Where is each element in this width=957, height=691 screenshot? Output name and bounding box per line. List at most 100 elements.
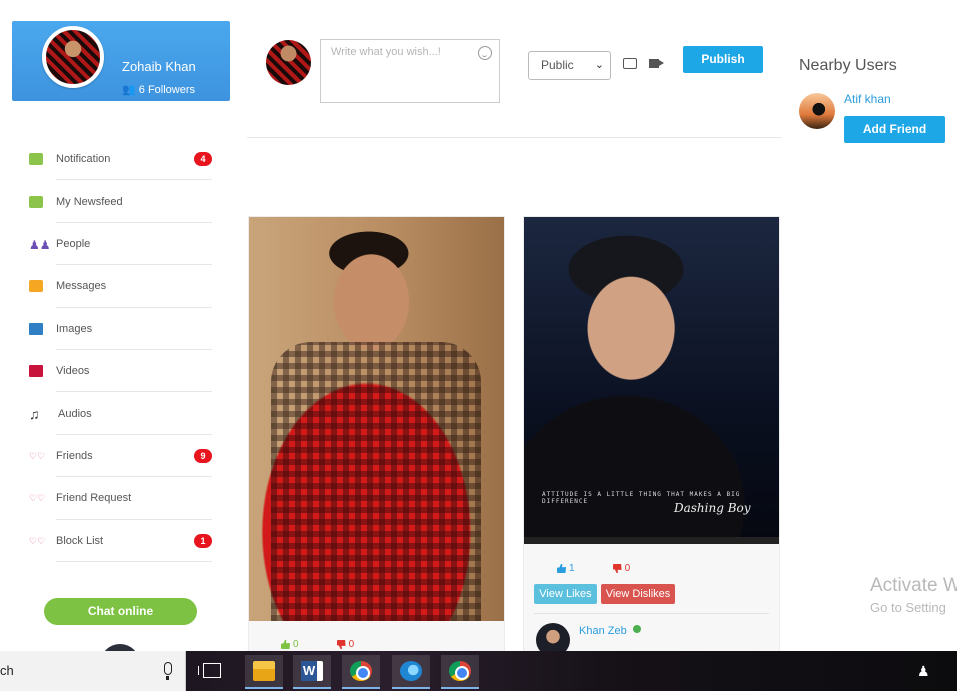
videos-icon xyxy=(29,365,43,378)
privacy-value: Public xyxy=(541,58,574,72)
sidebar-item-block-list[interactable]: ♡♡ Block List 1 xyxy=(28,520,212,562)
add-friend-button[interactable]: Add Friend xyxy=(844,116,945,143)
newsfeed-icon xyxy=(29,195,43,208)
people-icon[interactable]: ♟ xyxy=(917,663,931,679)
sidebar-item-label: Messages xyxy=(56,280,107,293)
taskbar-edge[interactable] xyxy=(392,655,430,689)
taskbar-chrome[interactable] xyxy=(342,655,380,689)
windows-taskbar: ch ♟ xyxy=(0,651,957,691)
chrome-icon xyxy=(350,661,372,681)
people-icon: ♟♟ xyxy=(29,237,51,252)
microphone-icon[interactable] xyxy=(164,662,172,680)
nearby-user-name[interactable]: Atif khan xyxy=(844,92,891,106)
profile-name[interactable]: Zohaib Khan xyxy=(122,59,196,74)
publish-button[interactable]: Publish xyxy=(683,46,763,73)
friend-request-icon: ♡♡ xyxy=(29,493,46,504)
sidebar-item-label: Block List xyxy=(56,534,104,547)
search-text: ch xyxy=(0,663,14,678)
sidebar-item-images[interactable]: Images xyxy=(28,308,212,350)
privacy-select[interactable]: Public ⌄ xyxy=(528,51,611,80)
composer-avatar xyxy=(266,40,311,85)
dislike-count: 0 xyxy=(348,639,355,650)
messages-icon xyxy=(29,280,43,293)
post-card: 0 0 xyxy=(248,216,505,656)
post-divider xyxy=(534,613,769,614)
dislike-button[interactable]: 0 xyxy=(336,639,355,650)
sidebar-item-label: Audios xyxy=(58,407,92,420)
sidebar-item-audios[interactable]: ♫ Audios xyxy=(28,392,212,435)
thumbs-up-icon xyxy=(281,640,290,649)
social-app-page: Zohaib Khan 👥 6 Followers Notification 4… xyxy=(0,0,957,691)
sidebar-item-label: Videos xyxy=(56,365,90,378)
taskbar-file-explorer[interactable] xyxy=(245,655,283,689)
post-photo[interactable] xyxy=(249,217,504,621)
sidebar-item-videos[interactable]: Videos xyxy=(28,350,212,393)
photo-bottom-bar xyxy=(524,537,779,544)
sidebar-menu: Notification 4 My Newsfeed ♟♟ People Mes… xyxy=(28,138,212,562)
composer-divider xyxy=(247,137,782,138)
online-status-dot xyxy=(633,625,641,633)
sidebar-item-label: Friend Request xyxy=(56,492,132,505)
thumbs-down-icon xyxy=(612,564,622,573)
taskbar-search[interactable]: ch xyxy=(0,651,186,691)
like-button[interactable]: 1 xyxy=(557,563,575,574)
view-dislikes-button[interactable]: View Dislikes xyxy=(601,584,675,604)
thumbs-down-icon xyxy=(336,640,346,649)
emoji-icon[interactable] xyxy=(478,46,492,60)
like-count: 0 xyxy=(293,639,299,650)
activate-windows-title: Activate W xyxy=(870,575,957,596)
like-count: 1 xyxy=(569,563,575,574)
word-icon xyxy=(301,661,323,681)
audio-icon: ♫ xyxy=(29,405,40,422)
post-reactions: 1 0 xyxy=(557,563,630,574)
post-author-name[interactable]: Khan Zeb xyxy=(579,625,627,637)
taskbar-chrome-2[interactable] xyxy=(441,655,479,689)
dislike-button[interactable]: 0 xyxy=(612,563,631,574)
sidebar-item-newsfeed[interactable]: My Newsfeed xyxy=(28,180,212,223)
post-photo[interactable]: ATTITUDE IS A LITTLE THING THAT MAKES A … xyxy=(524,217,779,544)
chat-online-button[interactable]: Chat online xyxy=(44,598,197,625)
thumbs-up-icon xyxy=(557,564,566,573)
sidebar-item-label: Friends xyxy=(56,449,93,462)
sidebar-item-label: My Newsfeed xyxy=(56,195,123,208)
photo-icon[interactable] xyxy=(623,58,637,69)
video-camera-icon[interactable] xyxy=(649,59,664,68)
post-reactions: 0 0 xyxy=(281,639,354,650)
sidebar-item-friend-request[interactable]: ♡♡ Friend Request xyxy=(28,477,212,520)
profile-card[interactable]: Zohaib Khan 👥 6 Followers xyxy=(12,21,230,101)
followers-icon: 👥 xyxy=(122,84,136,96)
sidebar-item-label: Images xyxy=(56,322,93,335)
sidebar-item-label: People xyxy=(56,237,91,250)
like-button[interactable]: 0 xyxy=(281,639,299,650)
post-input[interactable] xyxy=(320,39,500,103)
friends-badge: 9 xyxy=(194,448,212,463)
activate-windows-subtitle: Go to Setting xyxy=(870,600,946,615)
view-likes-button[interactable]: View Likes xyxy=(534,584,597,604)
block-list-badge: 1 xyxy=(194,533,212,548)
divider xyxy=(56,560,212,562)
task-view-icon[interactable] xyxy=(198,663,221,678)
nearby-users-title: Nearby Users xyxy=(799,57,897,74)
images-icon xyxy=(29,322,43,335)
sidebar-item-messages[interactable]: Messages xyxy=(28,265,212,308)
sidebar-item-friends[interactable]: ♡♡ Friends 9 xyxy=(28,435,212,478)
profile-avatar[interactable] xyxy=(42,26,104,88)
block-list-icon: ♡♡ xyxy=(29,535,46,546)
chrome-icon xyxy=(449,661,471,681)
sidebar-item-people[interactable]: ♟♟ People xyxy=(28,223,212,266)
notification-icon xyxy=(29,153,43,166)
dislike-count: 0 xyxy=(624,563,631,574)
sidebar-item-notification[interactable]: Notification 4 xyxy=(28,138,212,181)
friends-icon: ♡♡ xyxy=(29,450,46,461)
photo-script-text: Dashing Boy xyxy=(674,501,751,515)
profile-followers[interactable]: 👥 6 Followers xyxy=(122,83,195,96)
post-card: ATTITUDE IS A LITTLE THING THAT MAKES A … xyxy=(523,216,780,657)
sidebar-item-label: Notification xyxy=(56,153,111,166)
notification-badge: 4 xyxy=(194,152,212,166)
edge-icon xyxy=(400,661,422,681)
nearby-user-avatar[interactable] xyxy=(799,93,835,129)
chevron-down-icon: ⌄ xyxy=(594,59,604,71)
followers-count: 6 Followers xyxy=(138,84,196,96)
file-explorer-icon xyxy=(253,661,275,681)
taskbar-word[interactable] xyxy=(293,655,331,689)
